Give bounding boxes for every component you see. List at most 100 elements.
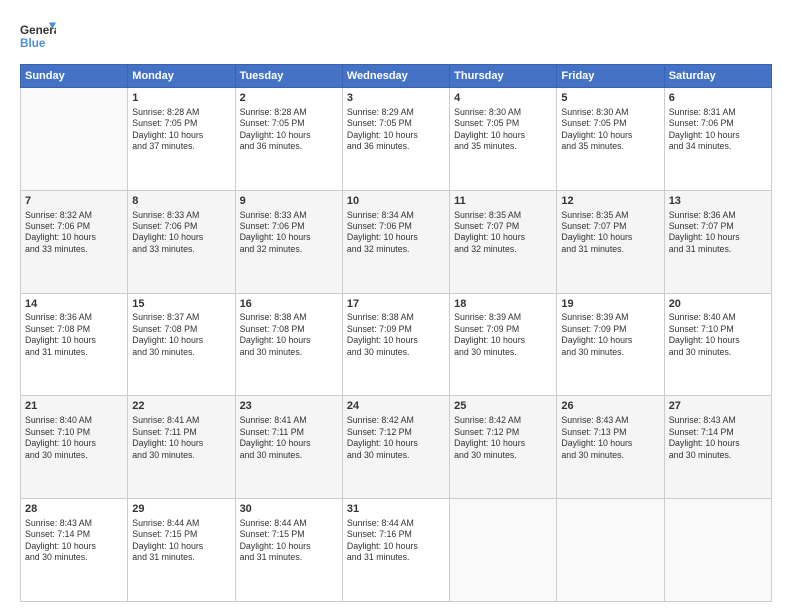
day-info: Sunrise: 8:39 AM Sunset: 7:09 PM Dayligh… (561, 312, 659, 358)
table-row: 21Sunrise: 8:40 AM Sunset: 7:10 PM Dayli… (21, 396, 128, 499)
day-info: Sunrise: 8:39 AM Sunset: 7:09 PM Dayligh… (454, 312, 552, 358)
table-row (450, 499, 557, 602)
day-number: 17 (347, 297, 445, 312)
day-info: Sunrise: 8:38 AM Sunset: 7:09 PM Dayligh… (347, 312, 445, 358)
day-number: 13 (669, 194, 767, 209)
day-info: Sunrise: 8:43 AM Sunset: 7:13 PM Dayligh… (561, 415, 659, 461)
table-row: 29Sunrise: 8:44 AM Sunset: 7:15 PM Dayli… (128, 499, 235, 602)
day-info: Sunrise: 8:40 AM Sunset: 7:10 PM Dayligh… (669, 312, 767, 358)
table-row: 18Sunrise: 8:39 AM Sunset: 7:09 PM Dayli… (450, 293, 557, 396)
day-info: Sunrise: 8:44 AM Sunset: 7:15 PM Dayligh… (132, 518, 230, 564)
table-row (664, 499, 771, 602)
day-number: 27 (669, 399, 767, 414)
day-number: 8 (132, 194, 230, 209)
table-row: 22Sunrise: 8:41 AM Sunset: 7:11 PM Dayli… (128, 396, 235, 499)
day-number: 22 (132, 399, 230, 414)
calendar-header-row: Sunday Monday Tuesday Wednesday Thursday… (21, 65, 772, 88)
table-row: 9Sunrise: 8:33 AM Sunset: 7:06 PM Daylig… (235, 190, 342, 293)
logo: General Blue (20, 18, 60, 54)
table-row: 25Sunrise: 8:42 AM Sunset: 7:12 PM Dayli… (450, 396, 557, 499)
day-info: Sunrise: 8:35 AM Sunset: 7:07 PM Dayligh… (454, 210, 552, 256)
day-number: 11 (454, 194, 552, 209)
table-row: 8Sunrise: 8:33 AM Sunset: 7:06 PM Daylig… (128, 190, 235, 293)
day-info: Sunrise: 8:32 AM Sunset: 7:06 PM Dayligh… (25, 210, 123, 256)
day-info: Sunrise: 8:44 AM Sunset: 7:16 PM Dayligh… (347, 518, 445, 564)
day-info: Sunrise: 8:28 AM Sunset: 7:05 PM Dayligh… (240, 107, 338, 153)
day-info: Sunrise: 8:40 AM Sunset: 7:10 PM Dayligh… (25, 415, 123, 461)
day-number: 21 (25, 399, 123, 414)
calendar-table: Sunday Monday Tuesday Wednesday Thursday… (20, 64, 772, 602)
table-row: 19Sunrise: 8:39 AM Sunset: 7:09 PM Dayli… (557, 293, 664, 396)
calendar-week-row: 21Sunrise: 8:40 AM Sunset: 7:10 PM Dayli… (21, 396, 772, 499)
page: General Blue Sunday Monday Tuesday Wedne… (0, 0, 792, 612)
day-info: Sunrise: 8:33 AM Sunset: 7:06 PM Dayligh… (132, 210, 230, 256)
day-number: 26 (561, 399, 659, 414)
table-row: 31Sunrise: 8:44 AM Sunset: 7:16 PM Dayli… (342, 499, 449, 602)
day-number: 4 (454, 91, 552, 106)
day-info: Sunrise: 8:30 AM Sunset: 7:05 PM Dayligh… (454, 107, 552, 153)
table-row: 11Sunrise: 8:35 AM Sunset: 7:07 PM Dayli… (450, 190, 557, 293)
table-row: 7Sunrise: 8:32 AM Sunset: 7:06 PM Daylig… (21, 190, 128, 293)
table-row: 14Sunrise: 8:36 AM Sunset: 7:08 PM Dayli… (21, 293, 128, 396)
day-number: 16 (240, 297, 338, 312)
day-number: 15 (132, 297, 230, 312)
table-row (557, 499, 664, 602)
table-row: 28Sunrise: 8:43 AM Sunset: 7:14 PM Dayli… (21, 499, 128, 602)
day-info: Sunrise: 8:41 AM Sunset: 7:11 PM Dayligh… (132, 415, 230, 461)
day-number: 31 (347, 502, 445, 517)
day-info: Sunrise: 8:42 AM Sunset: 7:12 PM Dayligh… (454, 415, 552, 461)
day-number: 1 (132, 91, 230, 106)
table-row: 23Sunrise: 8:41 AM Sunset: 7:11 PM Dayli… (235, 396, 342, 499)
day-info: Sunrise: 8:43 AM Sunset: 7:14 PM Dayligh… (669, 415, 767, 461)
day-number: 7 (25, 194, 123, 209)
calendar-week-row: 28Sunrise: 8:43 AM Sunset: 7:14 PM Dayli… (21, 499, 772, 602)
day-number: 18 (454, 297, 552, 312)
header: General Blue (20, 18, 772, 54)
table-row: 16Sunrise: 8:38 AM Sunset: 7:08 PM Dayli… (235, 293, 342, 396)
day-number: 14 (25, 297, 123, 312)
svg-text:Blue: Blue (20, 37, 46, 50)
table-row: 26Sunrise: 8:43 AM Sunset: 7:13 PM Dayli… (557, 396, 664, 499)
day-info: Sunrise: 8:36 AM Sunset: 7:08 PM Dayligh… (25, 312, 123, 358)
day-number: 25 (454, 399, 552, 414)
day-number: 29 (132, 502, 230, 517)
day-number: 10 (347, 194, 445, 209)
generalblue-logo-icon: General Blue (20, 18, 56, 54)
table-row: 12Sunrise: 8:35 AM Sunset: 7:07 PM Dayli… (557, 190, 664, 293)
day-info: Sunrise: 8:31 AM Sunset: 7:06 PM Dayligh… (669, 107, 767, 153)
day-number: 30 (240, 502, 338, 517)
table-row: 30Sunrise: 8:44 AM Sunset: 7:15 PM Dayli… (235, 499, 342, 602)
day-info: Sunrise: 8:37 AM Sunset: 7:08 PM Dayligh… (132, 312, 230, 358)
day-number: 3 (347, 91, 445, 106)
day-number: 6 (669, 91, 767, 106)
col-wednesday: Wednesday (342, 65, 449, 88)
table-row: 3Sunrise: 8:29 AM Sunset: 7:05 PM Daylig… (342, 88, 449, 191)
svg-text:General: General (20, 24, 56, 37)
table-row: 20Sunrise: 8:40 AM Sunset: 7:10 PM Dayli… (664, 293, 771, 396)
day-info: Sunrise: 8:36 AM Sunset: 7:07 PM Dayligh… (669, 210, 767, 256)
table-row: 1Sunrise: 8:28 AM Sunset: 7:05 PM Daylig… (128, 88, 235, 191)
col-thursday: Thursday (450, 65, 557, 88)
day-info: Sunrise: 8:42 AM Sunset: 7:12 PM Dayligh… (347, 415, 445, 461)
calendar-week-row: 14Sunrise: 8:36 AM Sunset: 7:08 PM Dayli… (21, 293, 772, 396)
day-number: 5 (561, 91, 659, 106)
day-number: 28 (25, 502, 123, 517)
day-info: Sunrise: 8:43 AM Sunset: 7:14 PM Dayligh… (25, 518, 123, 564)
day-number: 20 (669, 297, 767, 312)
calendar-week-row: 1 Sunrise: 8:28 AM Sunset: 7:05 PM Daylig… (21, 88, 772, 191)
table-row: 4Sunrise: 8:30 AM Sunset: 7:05 PM Daylig… (450, 88, 557, 191)
day-number: 24 (347, 399, 445, 414)
table-row: 5Sunrise: 8:30 AM Sunset: 7:05 PM Daylig… (557, 88, 664, 191)
calendar-week-row: 7Sunrise: 8:32 AM Sunset: 7:06 PM Daylig… (21, 190, 772, 293)
table-row: 17Sunrise: 8:38 AM Sunset: 7:09 PM Dayli… (342, 293, 449, 396)
table-row: 24Sunrise: 8:42 AM Sunset: 7:12 PM Dayli… (342, 396, 449, 499)
table-row: 10Sunrise: 8:34 AM Sunset: 7:06 PM Dayli… (342, 190, 449, 293)
day-number: 12 (561, 194, 659, 209)
col-sunday: Sunday (21, 65, 128, 88)
table-row: 13Sunrise: 8:36 AM Sunset: 7:07 PM Dayli… (664, 190, 771, 293)
day-number: 2 (240, 91, 338, 106)
col-tuesday: Tuesday (235, 65, 342, 88)
table-row: 6Sunrise: 8:31 AM Sunset: 7:06 PM Daylig… (664, 88, 771, 191)
col-saturday: Saturday (664, 65, 771, 88)
day-info: Sunrise: 8:41 AM Sunset: 7:11 PM Dayligh… (240, 415, 338, 461)
